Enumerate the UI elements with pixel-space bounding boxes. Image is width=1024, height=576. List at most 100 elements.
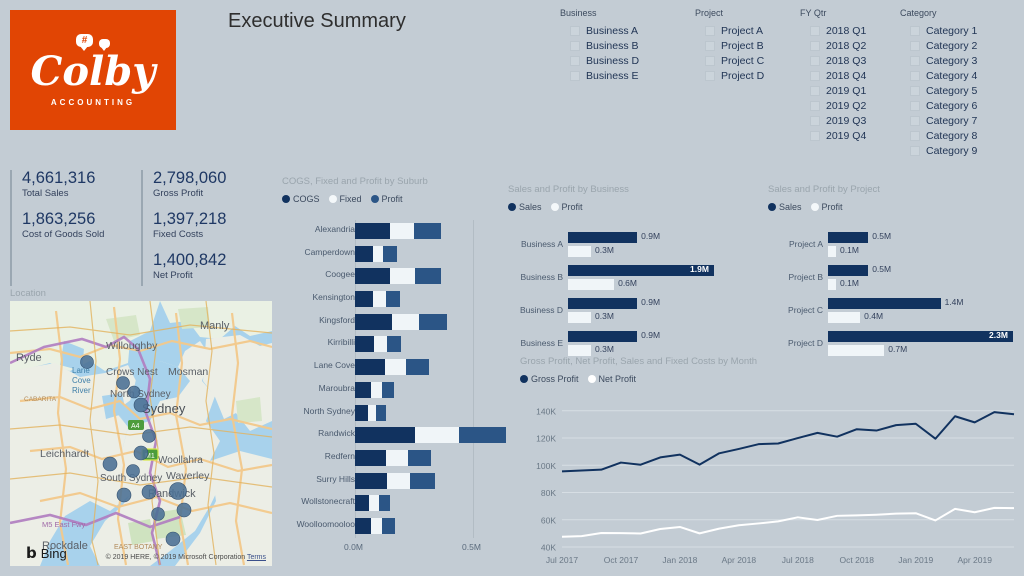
stacked-bar[interactable] xyxy=(355,472,436,489)
checkbox-icon[interactable] xyxy=(570,55,580,66)
table-row[interactable]: Kirribilli xyxy=(282,333,514,356)
checkbox-icon[interactable] xyxy=(910,25,920,36)
bar-segment-profit[interactable] xyxy=(413,223,441,239)
slicer-item-2019-q4[interactable]: 2019 Q4 xyxy=(800,128,900,143)
slicer-item-2019-q2[interactable]: 2019 Q2 xyxy=(800,98,900,113)
checkbox-icon[interactable] xyxy=(810,55,820,66)
checkbox-icon[interactable] xyxy=(910,85,920,96)
checkbox-icon[interactable] xyxy=(570,40,580,51)
stacked-bar[interactable] xyxy=(355,359,429,376)
location-map[interactable]: Manly Willoughby Ryde Lane Cove River Cr… xyxy=(10,301,272,566)
chart-profit-trend-by-month[interactable]: Gross Profit, Net Profit, Sales and Fixe… xyxy=(520,356,1020,571)
slicer-item-project-b[interactable]: Project B xyxy=(695,38,800,53)
table-row[interactable]: Coogee xyxy=(282,265,514,288)
stacked-bar[interactable] xyxy=(355,449,432,466)
slicer-item-2018-q3[interactable]: 2018 Q3 xyxy=(800,53,900,68)
slicer-item-category-5[interactable]: Category 5 xyxy=(900,83,1000,98)
checkbox-icon[interactable] xyxy=(810,85,820,96)
bar-segment-cogs[interactable] xyxy=(355,268,390,285)
checkbox-icon[interactable] xyxy=(705,70,715,81)
slicer-item-category-9[interactable]: Category 9 xyxy=(900,143,1000,158)
checkbox-icon[interactable] xyxy=(810,25,820,36)
chart-legend[interactable]: COGS Fixed Profit xyxy=(282,194,514,204)
bar-segment-fixed[interactable] xyxy=(386,449,409,466)
slicer-item-2018-q2[interactable]: 2018 Q2 xyxy=(800,38,900,53)
slicer-category[interactable]: Category Category 1 Category 2 Category … xyxy=(900,8,1000,158)
slicer-item-project-a[interactable]: Project A xyxy=(695,23,800,38)
bar-segment-fixed[interactable] xyxy=(371,517,383,534)
table-row[interactable]: Redfern xyxy=(282,447,514,470)
map-terms-link[interactable]: Terms xyxy=(247,554,266,561)
checkbox-icon[interactable] xyxy=(910,55,920,66)
stacked-bar[interactable] xyxy=(355,223,441,239)
checkbox-icon[interactable] xyxy=(910,70,920,81)
slicer-business[interactable]: Business Business A Business B Business … xyxy=(560,8,695,158)
table-row[interactable]: Randwick xyxy=(282,424,514,447)
legend-item-profit[interactable]: Profit xyxy=(370,194,403,204)
slicer-item-business-a[interactable]: Business A xyxy=(560,23,695,38)
bar-sales[interactable] xyxy=(828,232,869,243)
table-row[interactable]: Wollstonecraft xyxy=(282,492,514,515)
checkbox-icon[interactable] xyxy=(910,40,920,51)
bar-segment-cogs[interactable] xyxy=(355,449,387,466)
checkbox-icon[interactable] xyxy=(705,55,715,66)
bar-segment-fixed[interactable] xyxy=(414,427,459,444)
stacked-bar[interactable] xyxy=(355,517,395,534)
checkbox-icon[interactable] xyxy=(910,100,920,111)
bar-profit[interactable] xyxy=(568,279,615,290)
checkbox-icon[interactable] xyxy=(810,130,820,141)
chart-sales-profit-by-business[interactable]: Sales and Profit by Business Sales Profi… xyxy=(508,184,766,356)
bar-profit[interactable] xyxy=(568,246,592,257)
stacked-bar[interactable] xyxy=(355,427,506,444)
bar-segment-cogs[interactable] xyxy=(355,359,385,376)
bar-segment-profit[interactable] xyxy=(382,381,395,398)
legend-item-gross-profit[interactable]: Gross Profit xyxy=(520,374,579,384)
legend-item-sales[interactable]: Sales xyxy=(768,202,802,212)
bar-segment-fixed[interactable] xyxy=(384,359,407,376)
bar-segment-fixed[interactable] xyxy=(386,472,411,489)
bar-segment-fixed[interactable] xyxy=(390,223,414,239)
bar-segment-profit[interactable] xyxy=(379,495,390,512)
slicer-item-category-7[interactable]: Category 7 xyxy=(900,113,1000,128)
bar-sales[interactable] xyxy=(828,265,869,276)
slicer-item-2018-q1[interactable]: 2018 Q1 xyxy=(800,23,900,38)
bar-segment-profit[interactable] xyxy=(418,313,447,330)
bar-segment-profit[interactable] xyxy=(406,359,429,376)
table-row[interactable]: Woolloomooloo xyxy=(282,515,514,538)
table-row[interactable]: Kingsford xyxy=(282,311,514,334)
bar-profit[interactable] xyxy=(828,345,885,356)
table-row[interactable]: Alexandria xyxy=(282,220,514,243)
slicer-item-2018-q4[interactable]: 2018 Q4 xyxy=(800,68,900,83)
bar-segment-fixed[interactable] xyxy=(369,495,380,512)
bar-segment-profit[interactable] xyxy=(376,404,387,421)
checkbox-icon[interactable] xyxy=(810,115,820,126)
checkbox-icon[interactable] xyxy=(810,40,820,51)
slicer-item-category-1[interactable]: Category 1 xyxy=(900,23,1000,38)
slicer-item-project-c[interactable]: Project C xyxy=(695,53,800,68)
bar-segment-profit[interactable] xyxy=(408,449,432,466)
bar-segment-cogs[interactable] xyxy=(355,245,373,262)
bar-sales[interactable] xyxy=(568,232,638,243)
bar-segment-profit[interactable] xyxy=(386,336,401,353)
checkbox-icon[interactable] xyxy=(910,145,920,156)
bar-profit[interactable] xyxy=(568,312,592,323)
stacked-bar[interactable] xyxy=(355,245,397,262)
bar-segment-cogs[interactable] xyxy=(355,472,387,489)
bar-segment-cogs[interactable] xyxy=(355,404,368,421)
table-row[interactable]: Kensington xyxy=(282,288,514,311)
bar-segment-cogs[interactable] xyxy=(355,223,391,239)
series-line-net-profit[interactable] xyxy=(561,506,1015,538)
chart-legend[interactable]: Gross Profit Net Profit xyxy=(520,374,1020,384)
slicer-project[interactable]: Project Project A Project B Project C Pr… xyxy=(695,8,800,158)
bar-segment-cogs[interactable] xyxy=(355,381,372,398)
stacked-bar[interactable] xyxy=(355,268,442,285)
checkbox-icon[interactable] xyxy=(705,25,715,36)
legend-item-net-profit[interactable]: Net Profit xyxy=(587,374,636,384)
bar-segment-profit[interactable] xyxy=(458,427,506,444)
slicer-item-category-2[interactable]: Category 2 xyxy=(900,38,1000,53)
table-row[interactable]: North Sydney xyxy=(282,402,514,425)
table-row[interactable]: Lane Cove xyxy=(282,356,514,379)
slicer-item-2019-q1[interactable]: 2019 Q1 xyxy=(800,83,900,98)
checkbox-icon[interactable] xyxy=(810,100,820,111)
bar-segment-cogs[interactable] xyxy=(355,291,373,308)
